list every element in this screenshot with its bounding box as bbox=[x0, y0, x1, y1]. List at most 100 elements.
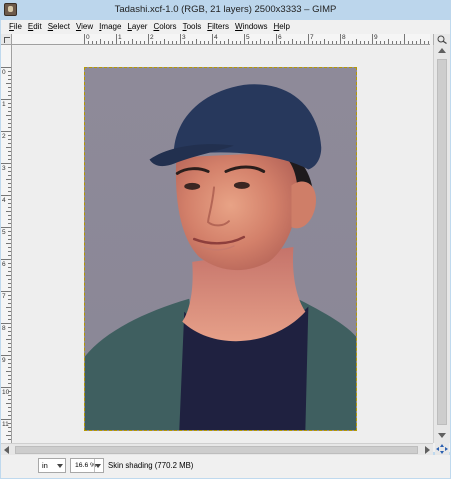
ruler-tick bbox=[6, 403, 11, 404]
ruler-tick bbox=[96, 41, 97, 44]
ruler-tick bbox=[348, 41, 349, 44]
ruler-tick bbox=[6, 435, 11, 436]
menu-colors[interactable]: Colors bbox=[150, 20, 179, 34]
scroll-left-icon[interactable] bbox=[4, 446, 9, 454]
menu-layer[interactable]: Layer bbox=[124, 20, 150, 34]
ruler-tick bbox=[1, 131, 11, 132]
ruler-tick bbox=[280, 41, 281, 44]
ruler-tick bbox=[8, 87, 11, 88]
menu-bar: File Edit Select View Image Layer Colors… bbox=[1, 20, 450, 34]
ruler-tick bbox=[8, 343, 11, 344]
ruler-tick bbox=[216, 41, 217, 44]
ruler-tick bbox=[332, 41, 333, 44]
ruler-tick bbox=[1, 195, 11, 196]
ruler-tick bbox=[8, 263, 11, 264]
ruler-tick bbox=[6, 179, 11, 180]
scroll-down-icon[interactable] bbox=[438, 433, 446, 438]
scroll-up-icon[interactable] bbox=[438, 48, 446, 53]
horizontal-scroll-thumb[interactable] bbox=[15, 446, 418, 454]
ruler-tick bbox=[148, 34, 149, 44]
zoom-icon[interactable] bbox=[437, 35, 448, 44]
horizontal-ruler[interactable]: 0 1 2 3 4 5 6 7 8 9 bbox=[12, 34, 430, 45]
scroll-right-icon[interactable] bbox=[425, 446, 430, 454]
ruler-tick bbox=[8, 335, 11, 336]
ruler-tick bbox=[8, 303, 11, 304]
hruler-label: 2 bbox=[150, 34, 154, 41]
ruler-tick bbox=[308, 34, 309, 44]
ruler-tick bbox=[200, 41, 201, 44]
ruler-tick bbox=[404, 34, 405, 44]
hruler-label: 3 bbox=[182, 34, 186, 41]
ruler-tick bbox=[252, 41, 253, 44]
ruler-tick bbox=[8, 71, 11, 72]
ruler-tick bbox=[8, 431, 11, 432]
ruler-tick bbox=[276, 34, 277, 44]
ruler-tick bbox=[160, 41, 161, 44]
menu-select[interactable]: Select bbox=[45, 20, 73, 34]
ruler-tick bbox=[6, 83, 11, 84]
ruler-tick bbox=[108, 41, 109, 44]
menu-tools[interactable]: Tools bbox=[180, 20, 205, 34]
status-message: Skin shading (770.2 MB) bbox=[108, 461, 194, 470]
ruler-tick bbox=[8, 255, 11, 256]
image-canvas[interactable] bbox=[84, 67, 357, 431]
ruler-tick bbox=[256, 41, 257, 44]
ruler-tick bbox=[368, 41, 369, 44]
zoom-value: 16.6 % bbox=[75, 462, 97, 469]
ruler-tick bbox=[8, 279, 11, 280]
navigate-icon[interactable] bbox=[435, 443, 449, 455]
menu-edit[interactable]: Edit bbox=[25, 20, 45, 34]
ruler-tick bbox=[372, 34, 373, 44]
ruler-tick bbox=[292, 39, 293, 44]
ruler-tick bbox=[8, 123, 11, 124]
ruler-tick bbox=[320, 41, 321, 44]
ruler-tick bbox=[156, 41, 157, 44]
ruler-tick bbox=[300, 41, 301, 44]
menu-file[interactable]: File bbox=[6, 20, 25, 34]
hruler-label: 0 bbox=[86, 34, 90, 41]
hruler-label: 7 bbox=[310, 34, 314, 41]
ruler-tick bbox=[180, 34, 181, 44]
ruler-tick bbox=[8, 267, 11, 268]
ruler-tick bbox=[8, 203, 11, 204]
ruler-tick bbox=[316, 41, 317, 44]
ruler-tick bbox=[92, 41, 93, 44]
ruler-tick bbox=[176, 41, 177, 44]
horizontal-scrollbar[interactable] bbox=[1, 443, 433, 455]
ruler-tick bbox=[1, 163, 11, 164]
ruler-tick bbox=[356, 39, 357, 44]
menu-image[interactable]: Image bbox=[96, 20, 124, 34]
ruler-tick bbox=[1, 259, 11, 260]
ruler-tick bbox=[8, 215, 11, 216]
menu-help[interactable]: Help bbox=[271, 20, 293, 34]
ruler-tick bbox=[168, 41, 169, 44]
ruler-tick bbox=[1, 419, 11, 420]
hruler-label: 1 bbox=[118, 34, 122, 41]
vertical-scrollbar[interactable] bbox=[433, 45, 450, 443]
vertical-ruler[interactable]: 0 1 2 3 4 5 6 7 8 9 10 11 bbox=[1, 45, 12, 443]
ruler-tick bbox=[104, 41, 105, 44]
unit-select[interactable]: in bbox=[38, 458, 66, 473]
ruler-tick bbox=[8, 91, 11, 92]
canvas-viewport[interactable] bbox=[13, 46, 433, 443]
ruler-tick bbox=[100, 39, 101, 44]
status-bar: in 16.6 % Skin shading (770.2 MB) bbox=[1, 455, 450, 478]
menu-windows[interactable]: Windows bbox=[232, 20, 270, 34]
ruler-tick bbox=[8, 367, 11, 368]
zoom-select[interactable]: 16.6 % bbox=[70, 458, 104, 473]
ruler-tick bbox=[1, 227, 11, 228]
chevron-down-icon bbox=[57, 464, 63, 468]
ruler-tick bbox=[240, 41, 241, 44]
vertical-scroll-thumb[interactable] bbox=[437, 59, 447, 425]
ruler-tick bbox=[8, 235, 11, 236]
ruler-tick bbox=[8, 231, 11, 232]
quick-mask-icon[interactable] bbox=[1, 34, 12, 45]
ruler-tick bbox=[8, 111, 11, 112]
ruler-tick bbox=[8, 327, 11, 328]
menu-view[interactable]: View bbox=[73, 20, 96, 34]
ruler-tick bbox=[220, 41, 221, 44]
ruler-tick bbox=[8, 107, 11, 108]
zoom-corner[interactable] bbox=[433, 34, 450, 45]
ruler-tick bbox=[164, 39, 165, 44]
menu-filters[interactable]: Filters bbox=[204, 20, 232, 34]
